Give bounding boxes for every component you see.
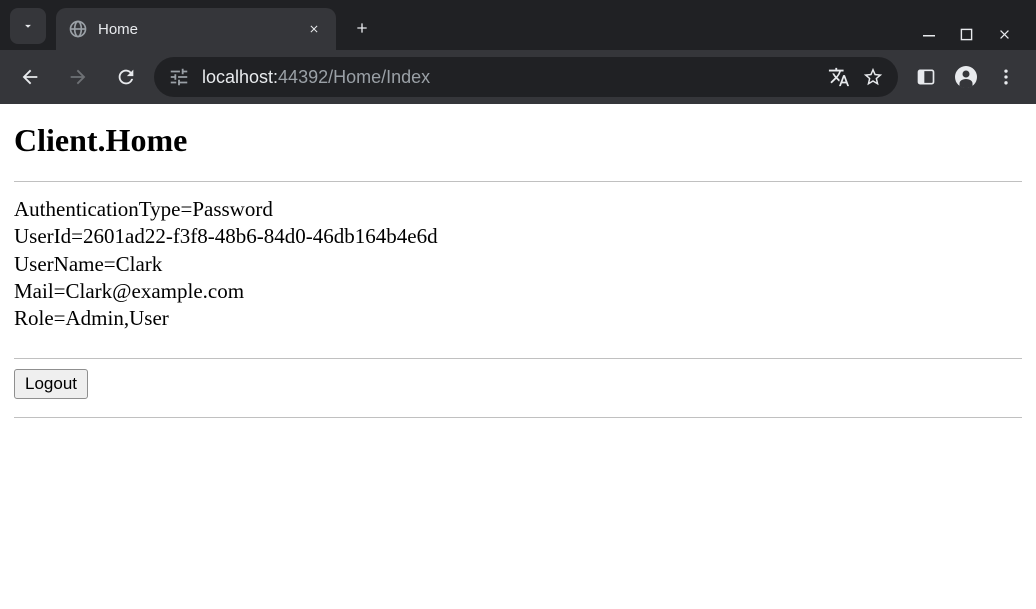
close-window-button[interactable] — [997, 27, 1012, 42]
divider — [14, 358, 1022, 359]
reload-button[interactable] — [106, 57, 146, 97]
profile-button[interactable] — [954, 65, 978, 89]
browser-chrome: Home — [0, 0, 1036, 104]
toolbar-row: localhost:44392/Home/Index — [0, 50, 1036, 104]
translate-icon — [828, 66, 850, 88]
bookmark-button[interactable] — [862, 66, 884, 88]
divider — [14, 417, 1022, 418]
url-host: localhost: — [202, 67, 278, 87]
claims-block: AuthenticationType=Password UserId=2601a… — [14, 182, 1022, 358]
side-panel-icon — [916, 67, 936, 87]
minimize-button[interactable] — [922, 28, 936, 42]
window-controls — [922, 27, 1036, 42]
kebab-icon — [996, 67, 1016, 87]
menu-button[interactable] — [996, 67, 1016, 87]
tune-icon — [168, 66, 190, 88]
maximize-button[interactable] — [960, 28, 973, 41]
tab-close-button[interactable] — [304, 19, 324, 39]
close-icon — [997, 27, 1012, 42]
url-text: localhost:44392/Home/Index — [202, 67, 816, 88]
profile-icon — [954, 65, 978, 89]
claim-username: UserName=Clark — [14, 251, 1022, 278]
forward-button[interactable] — [58, 57, 98, 97]
minimize-icon — [922, 28, 936, 42]
page-content: Client.Home AuthenticationType=Password … — [0, 104, 1036, 418]
address-bar[interactable]: localhost:44392/Home/Index — [154, 57, 898, 97]
star-icon — [862, 66, 884, 88]
url-port: 44392 — [278, 67, 328, 87]
globe-icon — [68, 19, 88, 39]
chevron-down-icon — [21, 19, 35, 33]
browser-tab[interactable]: Home — [56, 8, 336, 50]
tab-title: Home — [98, 21, 294, 38]
claim-role: Role=Admin,User — [14, 305, 1022, 332]
arrow-right-icon — [67, 66, 89, 88]
back-button[interactable] — [10, 57, 50, 97]
toolbar-icons — [906, 65, 1026, 89]
claim-userid: UserId=2601ad22-f3f8-48b6-84d0-46db164b4… — [14, 223, 1022, 250]
translate-button[interactable] — [828, 66, 850, 88]
reload-icon — [115, 66, 137, 88]
arrow-left-icon — [19, 66, 41, 88]
claim-mail: Mail=Clark@example.com — [14, 278, 1022, 305]
site-info-button[interactable] — [168, 66, 190, 88]
page-heading: Client.Home — [14, 122, 1022, 159]
tab-search-button[interactable] — [10, 8, 46, 44]
tab-bar: Home — [0, 0, 1036, 50]
side-panel-button[interactable] — [916, 67, 936, 87]
maximize-icon — [960, 28, 973, 41]
logout-button[interactable]: Logout — [14, 369, 88, 399]
new-tab-button[interactable] — [344, 10, 380, 46]
claim-auth-type: AuthenticationType=Password — [14, 196, 1022, 223]
plus-icon — [354, 20, 370, 36]
close-icon — [308, 23, 320, 35]
url-path: /Home/Index — [328, 67, 430, 87]
